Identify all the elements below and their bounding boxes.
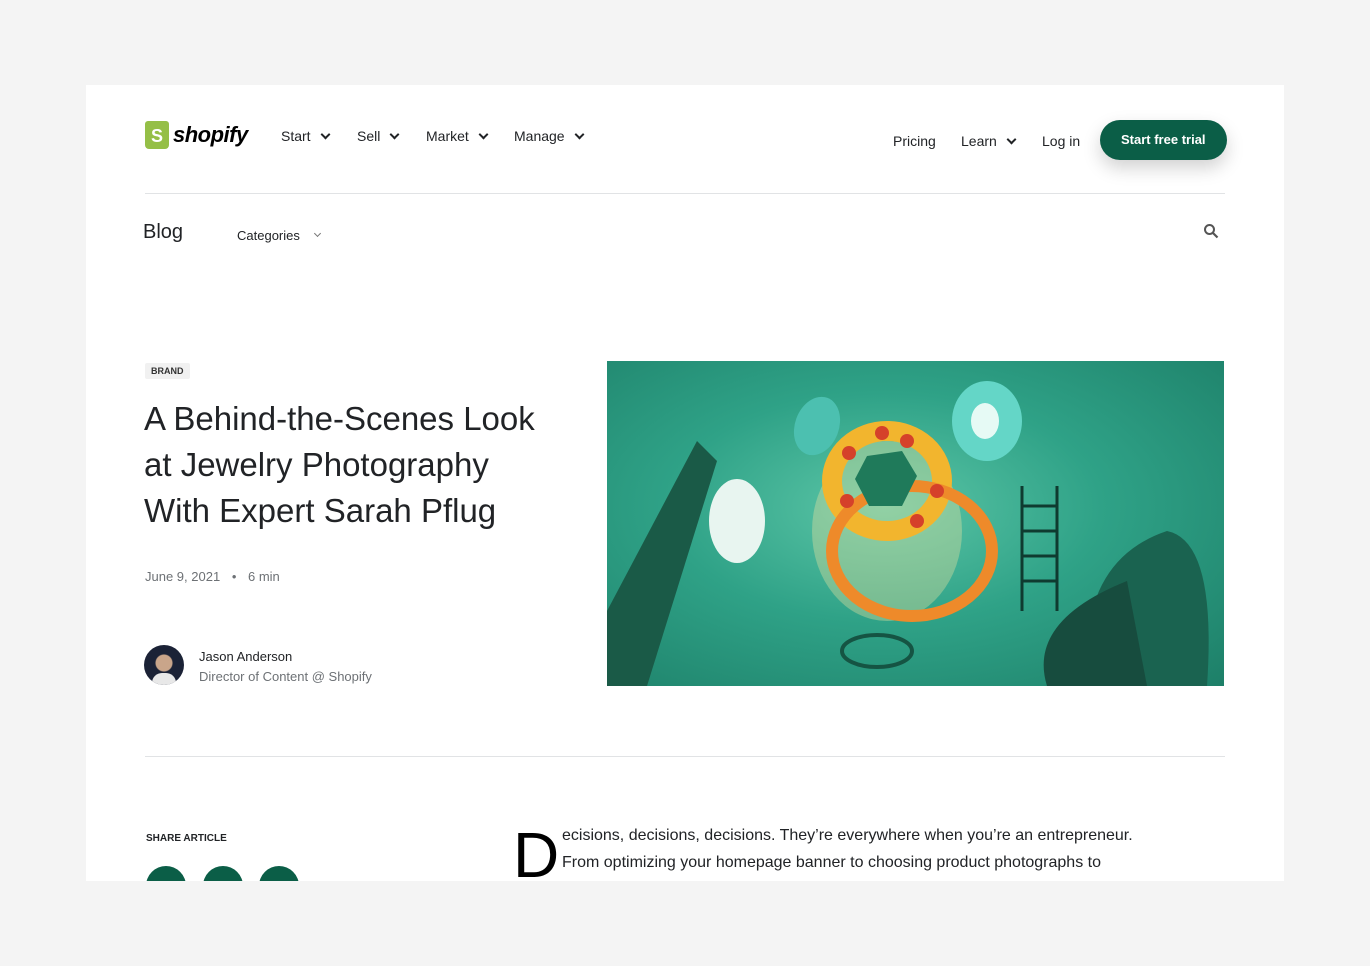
chevron-down-icon [389,129,400,139]
shopping-bag-icon: S [145,121,169,149]
nav-label: Learn [961,133,997,149]
page-card: S shopify Start Sell Market Manage Prici… [86,85,1284,881]
author-name[interactable]: Jason Anderson [199,649,292,664]
article-body-line: ecisions, decisions, decisions. They’re … [562,827,1133,844]
author-avatar[interactable] [144,645,184,685]
categories-label: Categories [237,228,300,243]
read-time: 6 min [248,569,280,584]
author-role: Director of Content @ Shopify [199,669,372,684]
nav-sell[interactable]: Sell [357,128,400,144]
share-facebook-button[interactable] [146,866,186,881]
drop-cap: D [513,819,560,881]
nav-start[interactable]: Start [281,128,331,144]
blog-link[interactable]: Blog [143,221,183,244]
nav-label: Market [426,128,469,144]
share-linkedin-button[interactable] [259,866,299,881]
article-body-line: From optimizing your homepage banner to … [562,854,1101,871]
share-twitter-button[interactable] [203,866,243,881]
nav-label: Sell [357,128,381,144]
nav-market[interactable]: Market [426,128,489,144]
article-meta: June 9, 2021 • 6 min [145,569,280,584]
chevron-down-icon [478,129,489,139]
start-free-trial-button[interactable]: Start free trial [1100,120,1227,160]
chevron-down-icon [574,129,585,139]
chevron-down-icon [1006,134,1017,144]
shopify-logo[interactable]: S shopify [145,121,248,149]
hero-image [607,361,1224,686]
nav-learn[interactable]: Learn [961,133,1017,149]
section-divider [145,756,1225,757]
nav-label: Manage [514,128,565,144]
article-title: A Behind-the-Scenes Look at Jewelry Phot… [144,400,535,529]
separator-dot: • [231,569,237,584]
search-icon[interactable] [1203,223,1219,239]
logo-text: shopify [173,122,248,147]
chevron-down-icon [320,129,331,139]
nav-label: Pricing [893,133,936,149]
nav-label: Log in [1042,133,1081,149]
article-date: June 9, 2021 [145,569,221,584]
nav-pricing[interactable]: Pricing [893,133,936,149]
share-label: SHARE ARTICLE [146,833,227,844]
nav-label: Start [281,128,311,144]
header-divider [145,193,1225,194]
category-badge[interactable]: BRAND [145,363,190,379]
nav-manage[interactable]: Manage [514,128,585,144]
categories-dropdown[interactable]: Categories [237,228,321,243]
login-link[interactable]: Log in [1042,133,1080,149]
chevron-down-icon [313,229,321,238]
